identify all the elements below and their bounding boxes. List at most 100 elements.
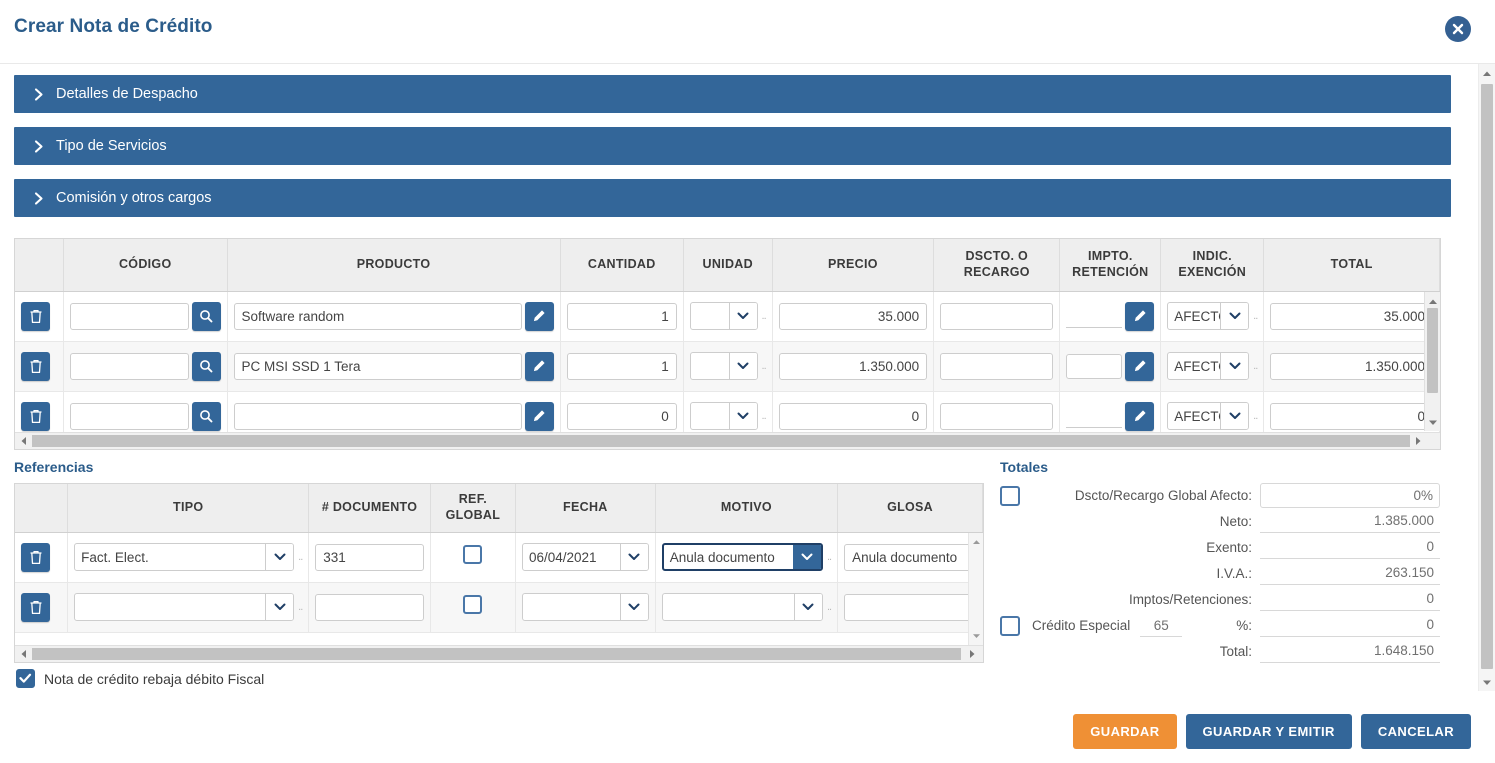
close-icon[interactable] [1445,16,1471,42]
glosa-input[interactable] [844,543,976,571]
cancel-button[interactable]: CANCELAR [1360,714,1471,749]
fecha-select[interactable] [521,593,649,621]
accordion-tipo-de-servicios[interactable]: Tipo de Servicios [14,127,1451,165]
dialog-scroll-thumb[interactable] [1481,84,1493,669]
col-header-glosa: GLOSA [837,484,983,533]
scroll-left-icon[interactable] [15,436,31,446]
pencil-icon[interactable] [524,401,554,431]
cantidad-input[interactable] [566,352,677,380]
cell-cantidad [560,341,684,392]
references-hscroll-thumb[interactable] [32,648,961,660]
search-icon[interactable] [191,401,221,431]
resize-dots: .. [298,551,303,563]
save-button[interactable]: GUARDAR [1073,714,1177,749]
fecha-value [523,594,620,620]
pencil-icon[interactable] [1125,301,1155,331]
chevron-down-icon [1220,403,1249,429]
indic-exencion-select[interactable]: AFECTO [1167,352,1250,380]
col-header-codigo: CÓDIGO [63,239,228,292]
references-vertical-scrollbar[interactable] [968,533,983,645]
pencil-icon[interactable] [524,301,554,331]
scroll-up-icon[interactable] [1479,64,1495,82]
save-and-emit-button[interactable]: GUARDAR Y EMITIR [1185,714,1352,749]
dscto-global-input[interactable] [1260,483,1440,508]
impto-input[interactable] [1066,404,1123,428]
accordion-detalles-de-despacho[interactable]: Detalles de Despacho [14,75,1451,113]
delete-row-button[interactable] [21,301,50,331]
documento-input[interactable] [315,593,424,621]
delete-row-button[interactable] [21,592,50,622]
precio-input[interactable] [778,402,928,430]
indic-exencion-select[interactable]: AFECTO [1167,302,1250,330]
col-header-precio: PRECIO [772,239,935,292]
product-grid-hscroll-thumb[interactable] [32,435,1410,447]
scroll-down-icon[interactable] [1479,673,1495,691]
total-input[interactable] [1270,352,1433,380]
pencil-icon[interactable] [1125,401,1155,431]
scroll-down-icon[interactable] [1425,413,1440,431]
dialog-vertical-scrollbar[interactable] [1478,64,1495,691]
pencil-icon[interactable] [524,351,554,381]
cell-fecha [515,582,656,633]
scroll-right-icon[interactable] [1410,436,1426,446]
producto-input[interactable] [233,352,522,380]
fecha-select[interactable]: 06/04/2021 [521,543,649,571]
product-grid-horizontal-scrollbar[interactable] [15,432,1440,449]
codigo-input[interactable] [69,302,189,330]
ref-global-checkbox[interactable] [463,545,483,564]
product-grid-scroll-thumb[interactable] [1427,308,1438,393]
search-icon[interactable] [191,301,221,331]
resize-dots: .. [761,410,767,422]
search-icon[interactable] [191,351,221,381]
totals-row-imptos: Imptos/Retenciones: [1000,587,1440,612]
unidad-select[interactable] [689,402,758,430]
dscto-global-checkbox[interactable] [1000,485,1020,506]
codigo-input[interactable] [69,402,189,430]
delete-row-button[interactable] [21,351,50,381]
codigo-input[interactable] [69,352,189,380]
credito-especial-checkbox[interactable] [1000,615,1020,636]
delete-row-button[interactable] [21,401,50,431]
pencil-icon[interactable] [1125,351,1155,381]
tipo-select[interactable] [74,593,295,621]
delete-row-button[interactable] [21,542,50,572]
cantidad-input[interactable] [566,302,677,330]
motivo-value [663,594,794,620]
producto-input[interactable] [233,302,522,330]
scroll-right-icon[interactable] [964,646,980,662]
indic-exencion-select[interactable]: AFECTO [1167,402,1250,430]
producto-input[interactable] [233,402,522,430]
precio-input[interactable] [778,302,928,330]
references-horizontal-scrollbar[interactable] [15,645,983,662]
impto-input[interactable] [1066,304,1123,328]
neto-value [1260,510,1440,533]
documento-input[interactable] [315,543,424,571]
dscto-input[interactable] [940,302,1054,330]
dscto-input[interactable] [940,402,1054,430]
motivo-select[interactable]: Anula documento [661,543,823,571]
total-input[interactable] [1270,302,1433,330]
references-grid: TIPO # DOCUMENTO REF. GLOBAL FECHA MOTIVO… [14,483,984,663]
motivo-select[interactable] [661,593,823,621]
accordion-comision-y-otros-cargos[interactable]: Comisión y otros cargos [14,179,1451,217]
precio-input[interactable] [778,352,928,380]
scroll-down-icon[interactable] [969,627,983,645]
ref-global-checkbox[interactable] [463,595,483,614]
scroll-up-icon[interactable] [969,533,983,551]
chevron-down-icon [265,544,294,570]
product-grid-vertical-scrollbar[interactable] [1424,292,1440,431]
cell-precio [772,341,935,392]
unidad-select[interactable] [689,352,758,380]
glosa-input[interactable] [844,593,976,621]
total-input[interactable] [1270,402,1433,430]
cantidad-input[interactable] [566,402,677,430]
totals-row-dscto-global: Dscto/Recargo Global Afecto: [1000,483,1440,508]
resize-dots: .. [761,310,767,322]
nota-credito-rebaja-checkbox[interactable] [16,669,35,688]
credito-especial-pct-input[interactable] [1140,614,1183,637]
tipo-select[interactable]: Fact. Elect. [74,543,295,571]
unidad-select[interactable] [689,302,758,330]
impto-input[interactable] [1066,353,1123,379]
dscto-input[interactable] [940,352,1054,380]
scroll-left-icon[interactable] [15,646,31,662]
